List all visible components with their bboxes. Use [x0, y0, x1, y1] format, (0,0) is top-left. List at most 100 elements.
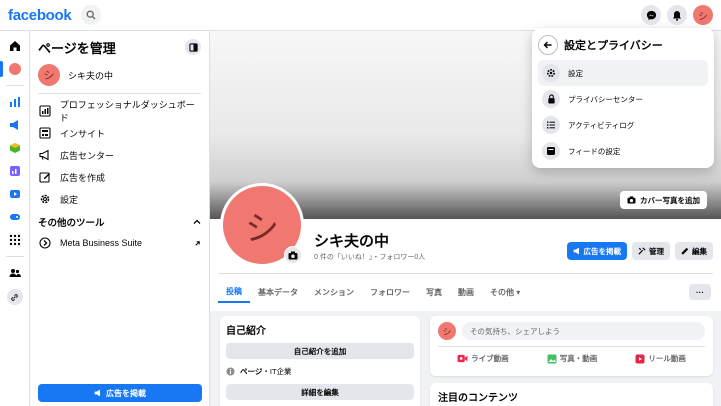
live-video-label: ライブ動画 [471, 354, 509, 363]
camera-icon [627, 196, 636, 204]
megaphone-icon [94, 389, 100, 397]
sidebar-menu: プロフェッショナルダッシュボード インサイト 広告センター 広告を作成 設定 [38, 100, 201, 210]
page-title: シキ夫の中 [314, 233, 390, 250]
manage-button[interactable]: 管理 [632, 242, 670, 260]
meta-icon [38, 236, 52, 250]
search-button[interactable] [81, 5, 102, 25]
tab-mentions[interactable]: メンション [306, 281, 362, 303]
sidebar-item-label: インサイト [60, 128, 106, 139]
megaphone-icon [38, 148, 52, 162]
composer-avatar: シ [438, 322, 456, 340]
menu-item-label: アクティビティログ [568, 120, 635, 130]
add-cover-label: カバー写真を追加 [640, 195, 700, 205]
menu-item-activity-log[interactable]: アクティビティログ [538, 112, 708, 138]
tab-posts[interactable]: 投稿 [218, 281, 250, 303]
sidebar-item-ad-center[interactable]: 広告センター [38, 144, 201, 166]
sidebar-collapse-button[interactable] [185, 39, 201, 55]
sidebar-title: ページを管理 [38, 40, 116, 56]
tab-about[interactable]: 基本データ [250, 281, 306, 303]
people-icon[interactable] [8, 266, 22, 280]
lock-icon [542, 90, 560, 108]
active-indicator [0, 61, 3, 77]
composer-divider [438, 346, 705, 347]
top-navbar: facebook シ [0, 0, 721, 31]
back-button[interactable] [538, 35, 558, 55]
tab-videos[interactable]: 動画 [450, 281, 482, 303]
link-icon[interactable] [6, 289, 23, 305]
facebook-logo[interactable]: facebook [8, 7, 72, 24]
sidebar-item-dashboard[interactable]: プロフェッショナルダッシュボード [38, 100, 201, 123]
menu-item-settings[interactable]: 設定 [538, 60, 708, 86]
avatar-initial: シ [442, 326, 452, 337]
sidebar-item-meta-business-suite[interactable]: Meta Business Suite [38, 232, 201, 254]
dashboard-icon [38, 104, 52, 118]
other-tools-section-header[interactable]: その他のツール [38, 212, 201, 232]
photo-video-button[interactable]: 写真・動画 [547, 353, 597, 364]
sidebar-item-label: 広告を作成 [60, 172, 106, 183]
analytics-icon[interactable] [8, 95, 22, 109]
page-avatar-icon[interactable] [0, 61, 22, 77]
page-actions: 広告を掲載 管理 編集 [566, 242, 713, 260]
left-rail [0, 31, 30, 406]
edit-details-button[interactable]: 詳細を編集 [226, 384, 414, 400]
panel-icon [188, 42, 198, 52]
menu-item-feed-settings[interactable]: フィードの設定 [538, 138, 708, 164]
gear-icon [542, 64, 560, 82]
featured-content-card: 注目のコンテンツ [430, 383, 713, 406]
add-bio-button[interactable]: 自己紹介を追加 [226, 343, 414, 359]
apps-grid-icon[interactable] [8, 233, 22, 247]
gear-icon [38, 192, 52, 206]
composer-input[interactable]: その気持ち、シェアしよう [462, 322, 705, 340]
category-row: ページ・IT企業 [226, 366, 414, 377]
avatar-initial: シ [698, 11, 708, 23]
featured-title: 注目のコンテンツ [438, 393, 518, 404]
manage-label: 管理 [649, 246, 664, 256]
notifications-button[interactable] [667, 5, 687, 25]
camera-icon [288, 251, 298, 259]
promote-page-button[interactable]: 広告を掲載 [566, 242, 627, 260]
avatar-initial: シ [43, 70, 55, 82]
cube-icon[interactable] [8, 141, 22, 155]
account-avatar[interactable]: シ [693, 5, 713, 25]
sidebar-item-label: プロフェッショナルダッシュボード [59, 100, 195, 123]
page-stats[interactable]: 0 件の「いいね！」・フォロワー0人 [314, 252, 425, 262]
category-value: ・IT企業 [262, 367, 292, 376]
add-cover-photo-button[interactable]: カバー写真を追加 [620, 191, 707, 209]
page-avatar: シ [38, 64, 60, 86]
menu-item-privacy-center[interactable]: プライバシーセンター [538, 86, 708, 112]
sidebar-item-create-ad[interactable]: 広告を作成 [38, 166, 201, 188]
megaphone-icon[interactable] [8, 118, 22, 132]
more-options-button[interactable]: ··· [689, 284, 711, 300]
video-icon[interactable] [8, 187, 22, 201]
section-title: その他のツール [38, 218, 105, 229]
update-profile-picture-button[interactable] [284, 246, 302, 264]
info-icon [226, 367, 235, 376]
category-label: ページ [240, 367, 263, 376]
messenger-button[interactable] [641, 5, 661, 25]
promote-button[interactable]: 広告を掲載 [38, 384, 202, 402]
tab-followers[interactable]: フォロワー [362, 281, 418, 303]
tab-more[interactable]: その他 ▾ [482, 281, 528, 303]
menu-item-label: 設定 [568, 68, 583, 78]
intro-title: 自己紹介 [226, 326, 266, 337]
gamepad-icon[interactable] [8, 210, 22, 224]
profile-tabs: 投稿 基本データ メンション フォロワー 写真 動画 その他 ▾ [218, 281, 528, 303]
post-composer: シ その気持ち、シェアしよう ライブ動画 写真・動画 リール動画 [430, 316, 713, 376]
external-link-icon [195, 240, 200, 246]
grid-chart-icon[interactable] [8, 164, 22, 178]
menu-item-label: フィードの設定 [568, 146, 621, 156]
sidebar-item-settings[interactable]: 設定 [38, 188, 201, 210]
tab-photos[interactable]: 写真 [418, 281, 450, 303]
edit-button[interactable]: 編集 [675, 242, 713, 260]
live-video-button[interactable]: ライブ動画 [457, 353, 509, 364]
reel-button[interactable]: リール動画 [635, 353, 686, 364]
pencil-icon [681, 247, 689, 255]
sidebar-item-label: Meta Business Suite [60, 238, 143, 248]
home-icon[interactable] [8, 39, 22, 53]
promote-label: 広告を掲載 [106, 388, 146, 398]
messenger-icon [646, 10, 656, 20]
current-page[interactable]: シ シキ夫の中 [38, 63, 201, 87]
sidebar-item-insights[interactable]: インサイト [38, 122, 201, 144]
bell-icon [673, 10, 681, 21]
reel-label: リール動画 [648, 354, 686, 363]
